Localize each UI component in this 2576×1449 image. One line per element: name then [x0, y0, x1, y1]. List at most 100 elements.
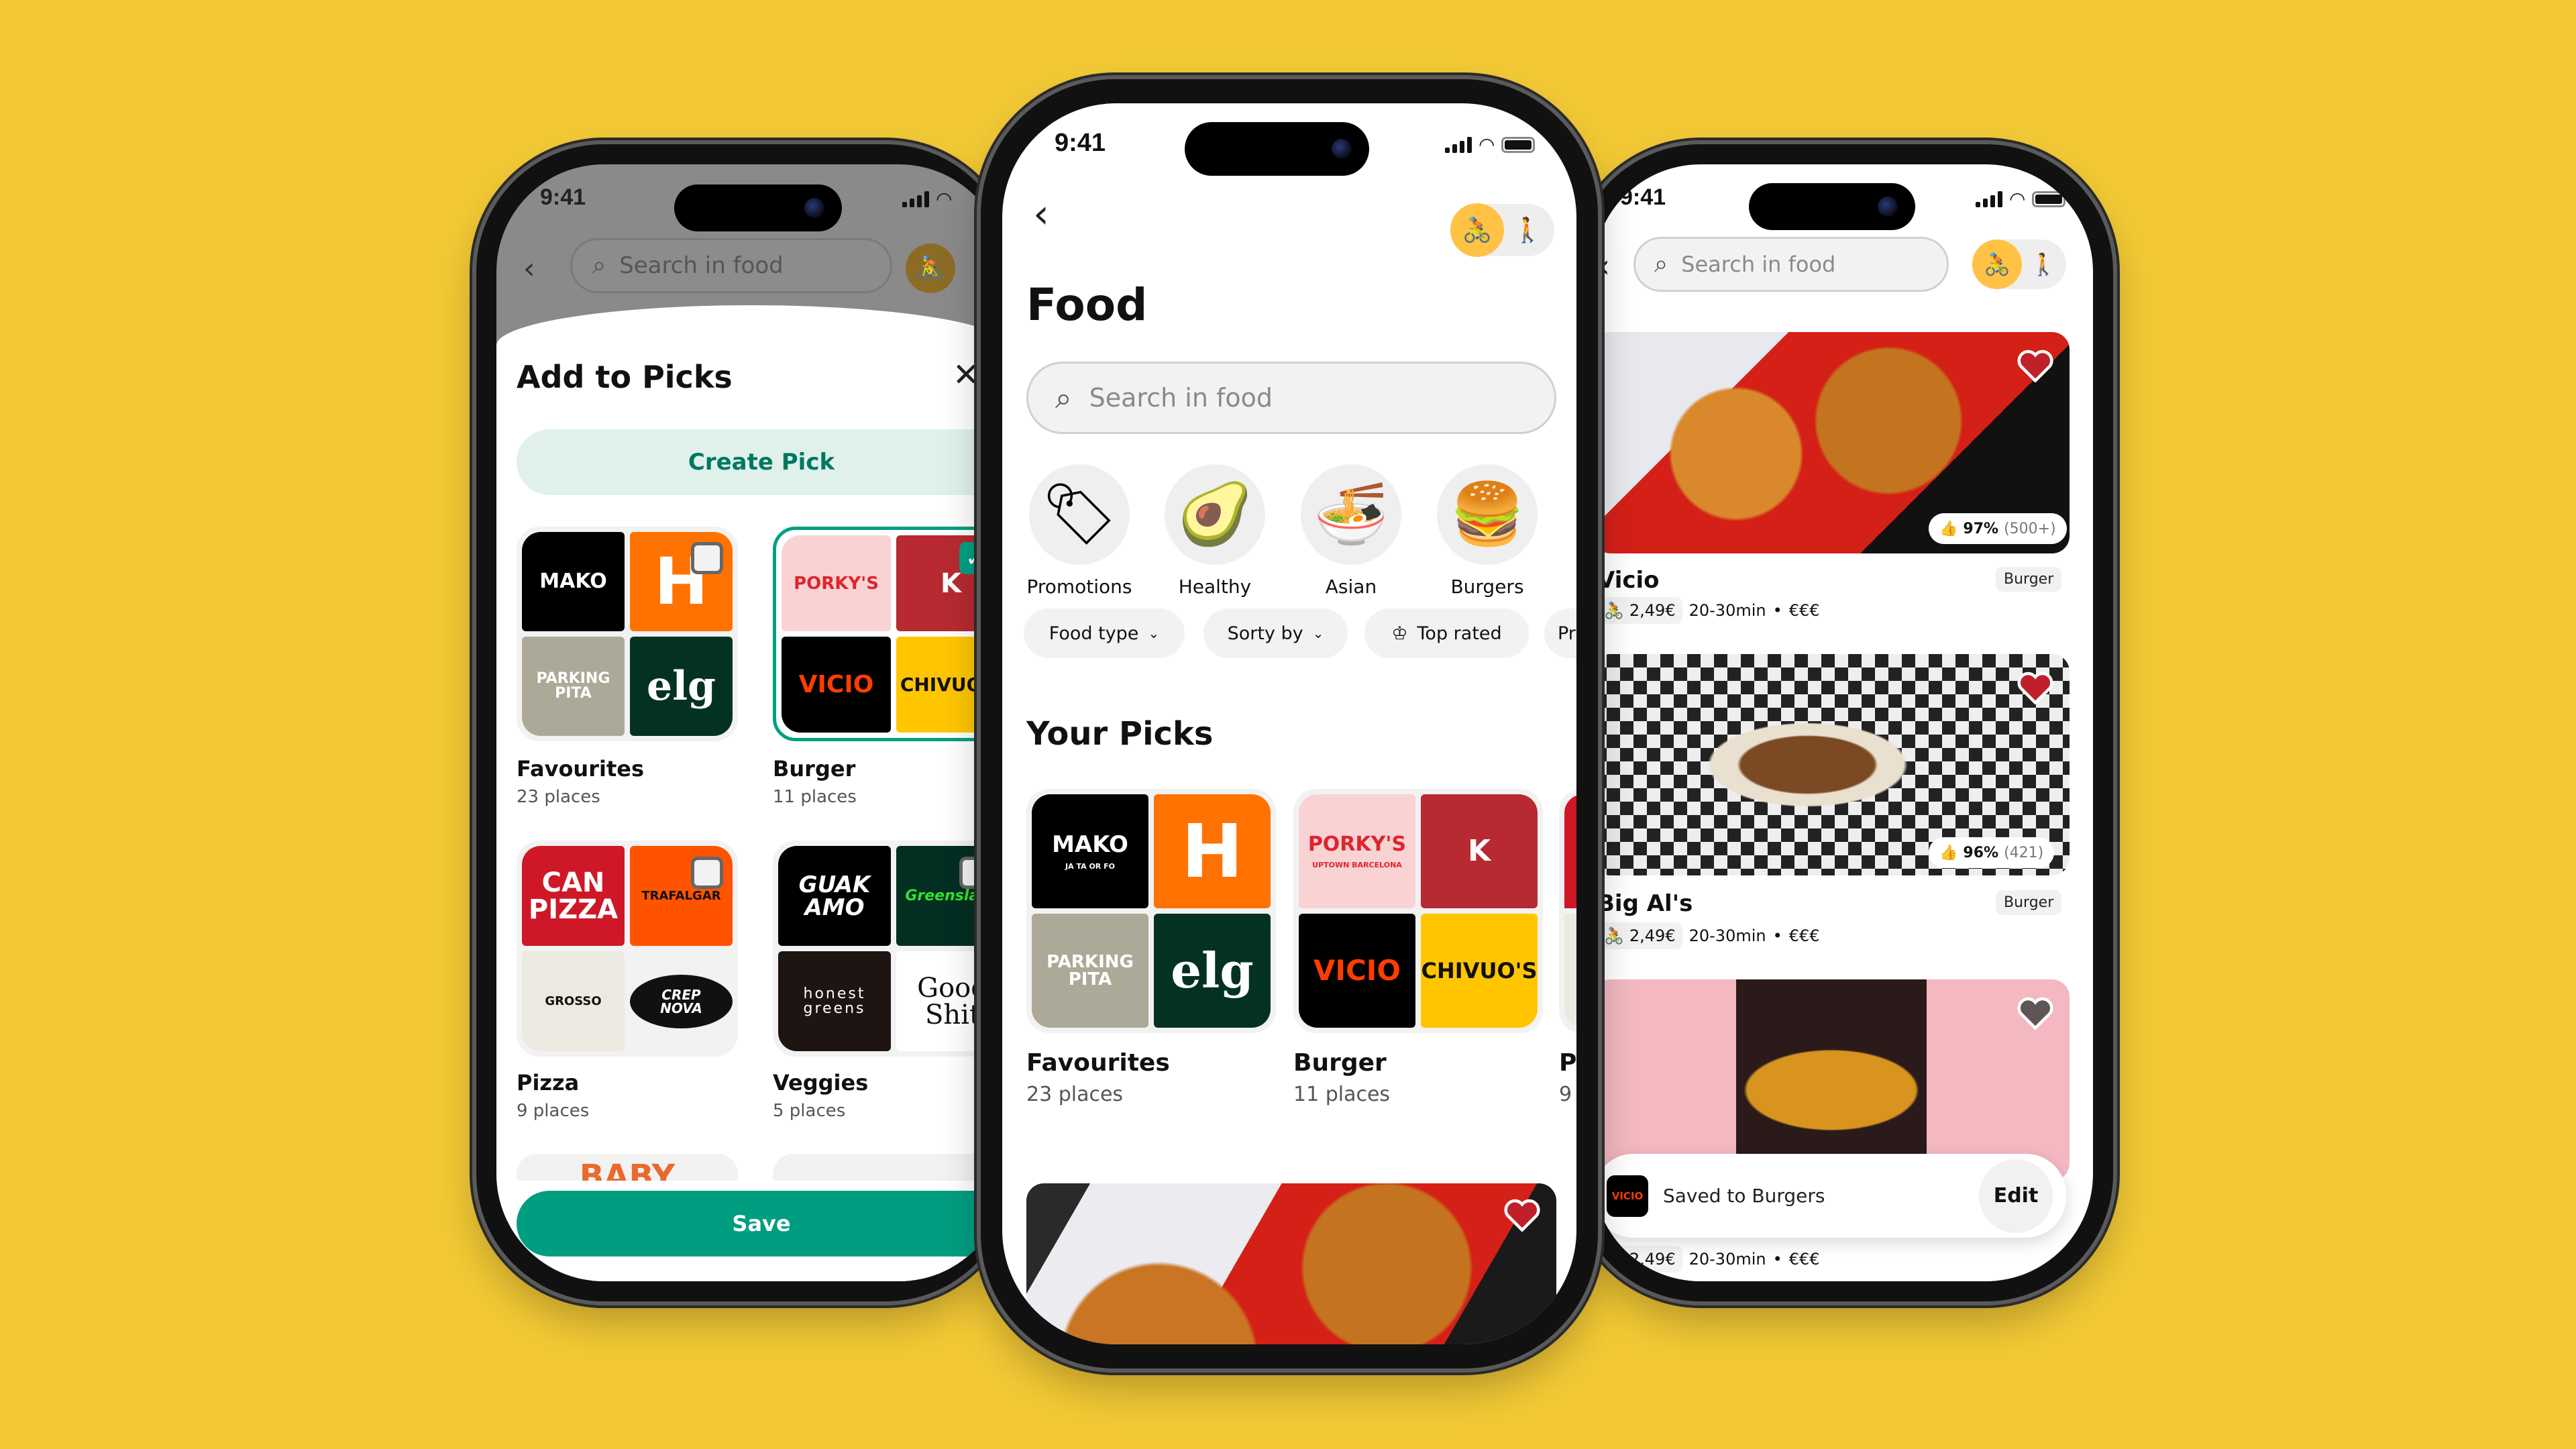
search-input[interactable]: ⌕ Search in food [570, 238, 892, 293]
search-input[interactable]: ⌕ Search in food [1633, 237, 1949, 292]
right-phone-screen: 9:41 ◠ ‹ ⌕ Search in food 🚴 🚶 👍 97% (500… [1593, 164, 2093, 1281]
pick-count: 23 places [517, 787, 600, 807]
pick-checkbox-favourites[interactable] [691, 542, 723, 574]
create-pick-label: Create Pick [688, 449, 835, 476]
close-button[interactable]: ✕ [953, 356, 979, 394]
restaurant-image[interactable] [1026, 1183, 1556, 1344]
center-phone: 9:41 ◠ ‹ 🚴 🚶 Food ⌕ Search in food 🏷 Pro… [981, 79, 1598, 1368]
pick-card-partial-2[interactable] [773, 1154, 1006, 1181]
pick-name: Favourites [1026, 1049, 1170, 1077]
tile-vicio: VICIO [1299, 914, 1415, 1028]
dynamic-island [674, 184, 842, 231]
search-placeholder: Search in food [1089, 383, 1273, 413]
delivery-mode-button[interactable]: 🚴 [906, 244, 955, 293]
pickup-option[interactable]: 🚶 [2022, 239, 2065, 289]
pick-count: 9 places [517, 1101, 590, 1121]
courier-bike-icon: 🚴 [916, 255, 945, 282]
tile-honest-greens: honest greens [778, 951, 891, 1051]
delivery-option[interactable]: 🚴 [1450, 203, 1504, 257]
signal-icon [1445, 137, 1472, 153]
pick-count: 11 places [1293, 1083, 1391, 1106]
ramen-bowl-icon: 🍜 [1301, 464, 1401, 565]
pick-card-favourites[interactable]: MAKO JA TA OR FO H PARKING PITA elg [1026, 789, 1276, 1033]
back-button[interactable]: ‹ [523, 252, 535, 286]
tile-crep-nova: CREP NOVA [630, 951, 733, 1051]
back-button[interactable]: ‹ [1597, 248, 1610, 285]
favorite-heart-icon[interactable] [1504, 1198, 1540, 1232]
thumbs-up-icon: 👍 [1939, 520, 1958, 537]
favorite-heart-icon[interactable] [2017, 349, 2053, 382]
tile-mako: MAKO JA TA OR FO [1032, 794, 1148, 908]
back-button[interactable]: ‹ [1033, 191, 1049, 237]
cuisine-tag: Burger [1996, 890, 2062, 915]
category-healthy[interactable]: 🥑 Healthy [1158, 464, 1272, 598]
left-phone: 9:41 ◠ ‹ ⌕ Search in food 🚴 Add to Picks… [476, 144, 1013, 1301]
pick-card-partial[interactable]: BABY [517, 1154, 738, 1181]
pick-name: Burger [773, 756, 856, 782]
courier-bike-icon: 🚴 [1604, 926, 1624, 945]
rating-badge: 👍 96% (421) [1929, 837, 2055, 868]
cuisine-tag: Burger [1996, 567, 2062, 592]
pick-name: Pizza [517, 1070, 580, 1095]
delivery-option[interactable]: 🚴 [1972, 239, 2022, 289]
favorite-heart-icon[interactable] [2017, 671, 2053, 704]
restaurant-image[interactable] [1593, 979, 2070, 1181]
filter-sort-by[interactable]: Sorty by ⌄ [1203, 608, 1348, 658]
wifi-icon: ◠ [936, 188, 953, 210]
avocado-bottle-icon: 🥑 [1165, 464, 1265, 565]
delivery-fee: 🚴 2,49€ [1597, 1246, 1682, 1273]
search-input[interactable]: ⌕ Search in food [1026, 362, 1556, 434]
close-icon: ✕ [953, 356, 980, 394]
rating-badge: 👍 97% (500+) [1929, 513, 2067, 544]
tile-k: K [1421, 794, 1538, 908]
search-icon: ⌕ [1654, 250, 1668, 278]
status-icons: ◠ [1976, 190, 2066, 209]
restaurant-name[interactable]: Vicio [1597, 567, 1660, 594]
wifi-icon: ◠ [1479, 133, 1495, 156]
tile-porkys: PORKY'S [782, 535, 891, 631]
search-placeholder: Search in food [1681, 252, 1836, 277]
save-button[interactable]: Save [517, 1191, 1006, 1256]
category-asian[interactable]: 🍜 Asian [1294, 464, 1408, 598]
courier-bike-icon: 🚴 [1984, 252, 2010, 277]
add-to-picks-sheet: Add to Picks ✕ Create Pick MAKO H PARKIN… [496, 305, 1006, 1281]
create-pick-button[interactable]: Create Pick [517, 429, 1006, 495]
delivery-fee: 🚴 2,49€ [1597, 597, 1682, 624]
pickup-option[interactable]: 🚶 [1504, 204, 1551, 256]
tile-elg: elg [1154, 914, 1271, 1028]
tile-can-pizza: CAN PIZZA [522, 846, 625, 946]
pick-card-burger[interactable]: PORKY'S UPTOWN BARCELONA K VICIO CHIVUO'S [1293, 789, 1543, 1033]
pick-checkbox-pizza[interactable] [691, 857, 723, 889]
battery-icon [1501, 137, 1536, 153]
restaurant-logo: VICIO [1607, 1175, 1648, 1217]
pick-count: 9 [1559, 1083, 1572, 1106]
sheet-title: Add to Picks [517, 359, 733, 395]
edit-button[interactable]: Edit [1979, 1159, 2053, 1233]
right-phone: 9:41 ◠ ‹ ⌕ Search in food 🚴 🚶 👍 97% (500… [1573, 144, 2113, 1301]
search-icon: ⌕ [1055, 380, 1072, 415]
favorite-heart-icon[interactable] [2017, 996, 2053, 1030]
filter-food-type[interactable]: Food type ⌄ [1024, 608, 1185, 658]
pick-count: 11 places [773, 787, 857, 807]
delivery-mode-toggle[interactable]: 🚴 🚶 [1450, 203, 1554, 257]
category-burgers[interactable]: 🍔 Burgers [1430, 464, 1544, 598]
restaurant-name[interactable]: Big Al's [1597, 890, 1693, 917]
category-promotions[interactable]: 🏷 Promotions [1022, 464, 1136, 598]
dynamic-island [1749, 183, 1915, 230]
status-icons: ◠ [902, 190, 952, 209]
filter-price[interactable]: Pr [1544, 608, 1576, 658]
center-phone-screen: 9:41 ◠ ‹ 🚴 🚶 Food ⌕ Search in food 🏷 Pro… [1002, 103, 1576, 1344]
tile-mako: MAKO [522, 532, 625, 631]
delivery-mode-toggle[interactable]: 🚴 🚶 [1972, 239, 2066, 289]
pick-card-pizza-partial[interactable] [1559, 789, 1576, 1033]
search-icon: ⌕ [592, 252, 606, 279]
signal-icon [902, 191, 929, 207]
left-phone-screen: 9:41 ◠ ‹ ⌕ Search in food 🚴 Add to Picks… [496, 164, 1006, 1281]
saved-toast: VICIO Saved to Burgers Edit [1593, 1154, 2066, 1238]
tile-parking-pita: PARKING PITA [1032, 914, 1148, 1028]
delivery-fee: 🚴 2,49€ [1597, 922, 1682, 949]
filter-top-rated[interactable]: ♔ Top rated [1364, 608, 1529, 658]
courier-bike-icon: 🚴 [1462, 217, 1493, 244]
tile-guakamo: GUAK AMO [778, 846, 891, 946]
status-time: 9:41 [1055, 129, 1106, 157]
